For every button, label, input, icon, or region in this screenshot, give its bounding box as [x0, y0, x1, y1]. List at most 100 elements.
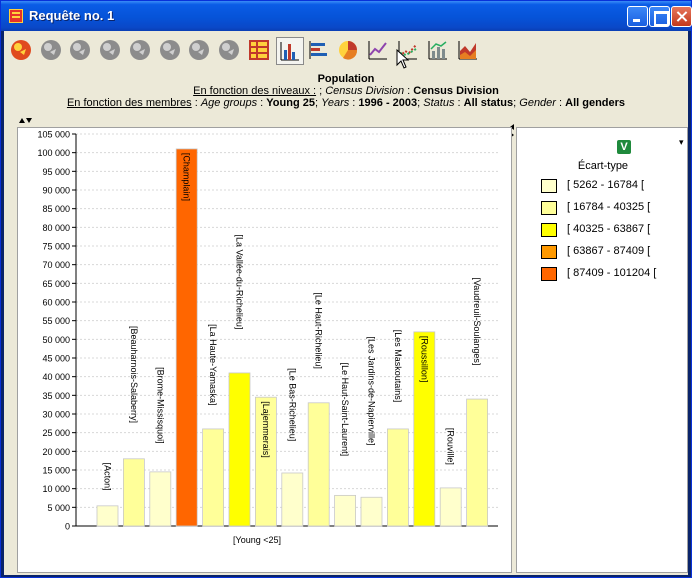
legend-title: Écart-type	[577, 160, 629, 172]
globe-gray-button[interactable]	[186, 37, 214, 65]
globe-gray-button[interactable]	[216, 37, 244, 65]
globe-gray-button[interactable]	[97, 37, 125, 65]
bar	[466, 398, 489, 527]
bar	[360, 496, 383, 527]
chart-panel: 0 5 000 10 000 15 000 20 000 25 000 30 000 35 0…	[17, 127, 512, 573]
bar	[334, 494, 357, 527]
member-key: Age groups	[200, 97, 258, 109]
y-tick-label: 40 000	[42, 372, 70, 382]
legend-dropdown-icon[interactable]: ▾	[679, 138, 684, 148]
bar-label: [Champlain]	[182, 153, 192, 201]
query-window: Requête no. 1 Population En fonction des…	[0, 0, 692, 578]
bar	[149, 471, 172, 527]
legend-label: [ 63867 - 87409 [	[567, 245, 651, 257]
y-tick-label: 5 000	[47, 503, 70, 513]
pie-chart-button[interactable]	[335, 37, 363, 65]
levels-line: En fonction des niveaux : ; Census Divis…	[193, 85, 499, 97]
horizontal-bar-chart-button[interactable]	[306, 37, 334, 65]
globe-gray-icon	[41, 40, 61, 60]
globe-gray-button[interactable]	[157, 37, 185, 65]
y-tick-label: 85 000	[42, 204, 70, 214]
levels-separator: ;	[316, 85, 326, 97]
y-tick-label: 45 000	[42, 354, 70, 364]
line-chart-button[interactable]	[365, 37, 393, 65]
members-prefix[interactable]: En fonction des membres	[67, 97, 192, 109]
bar-label: [Vaudreuil-Soulanges]	[472, 277, 482, 365]
legend-swatch	[541, 179, 557, 193]
globe-gray-button[interactable]	[38, 37, 66, 65]
globe-color-button[interactable]	[8, 37, 36, 65]
bar-chart: 0 5 000 10 000 15 000 20 000 25 000 30 000 35 0…	[37, 130, 498, 545]
legend-swatch	[541, 223, 557, 237]
levels-value: Census Division	[413, 85, 499, 97]
legend-panel: V ▾ Écart-type [ 5262 - 16784 [[ 16784 -…	[516, 127, 688, 573]
y-tick-label: 0	[65, 522, 70, 532]
area-chart-icon	[458, 41, 477, 60]
bar-label: [Le Bas-Richelieu]	[287, 368, 297, 441]
legend-label: [ 87409 - 101204 [	[567, 267, 657, 279]
y-tick-label: 50 000	[42, 335, 70, 345]
bar-label: [Roussillon]	[419, 336, 429, 383]
y-tick-label: 30 000	[42, 410, 70, 420]
y-tick-label: 80 000	[42, 223, 70, 233]
bar	[281, 472, 304, 527]
client-area: Population En fonction des niveaux : ; C…	[4, 31, 688, 575]
bar-label: [La Haute-Yamaska]	[208, 324, 218, 405]
y-tick-label: 25 000	[42, 428, 70, 438]
y-tick-label: 60 000	[42, 298, 70, 308]
close-button[interactable]	[671, 6, 692, 27]
pie-chart-icon	[339, 41, 358, 60]
globe-gray-icon	[70, 40, 90, 60]
globe-gray-icon	[130, 40, 150, 60]
member-key: Years	[321, 97, 350, 109]
maximize-button[interactable]	[649, 6, 670, 27]
chart-title: Population	[317, 73, 375, 85]
query-header: Population En fonction des niveaux : ; C…	[4, 71, 688, 117]
column-line-chart-button[interactable]	[425, 37, 453, 65]
y-tick-label: 35 000	[42, 391, 70, 401]
globe-gray-button[interactable]	[67, 37, 95, 65]
member-value: Young 25	[266, 97, 315, 109]
member-key: Gender	[519, 97, 556, 109]
legend-swatch	[541, 201, 557, 215]
title-bar[interactable]: Requête no. 1	[1, 1, 692, 31]
table-button[interactable]	[246, 37, 274, 65]
bar-label: [Le Haut-Saint-Laurent]	[340, 363, 350, 457]
levels-key: Census Division	[325, 85, 405, 97]
bar-label: [Acton]	[103, 463, 113, 491]
member-value: 1996 - 2003	[358, 97, 418, 109]
collapse-arrows-icon[interactable]	[18, 116, 32, 124]
globe-gray-icon	[219, 40, 239, 60]
legend-label: [ 5262 - 16784 [	[567, 179, 645, 191]
member-value: All status	[463, 97, 514, 109]
y-tick-label: 105 000	[37, 130, 70, 140]
y-tick-label: 70 000	[42, 260, 70, 270]
legend-label: [ 40325 - 63867 [	[567, 223, 651, 235]
variable-badge-icon[interactable]: V	[617, 140, 631, 154]
bar-chart-button[interactable]	[276, 37, 304, 65]
minimize-button[interactable]	[627, 6, 648, 27]
bar-label: [Le Haut-Richelieu]	[314, 292, 324, 369]
bar-label: [Les Jardins-de-Napierville]	[367, 336, 377, 445]
globe-gray-icon	[100, 40, 120, 60]
bar	[228, 372, 251, 527]
table-icon	[249, 40, 269, 60]
legend-swatch	[541, 245, 557, 259]
member-value: All genders	[565, 97, 626, 109]
app-icon	[9, 9, 23, 23]
member-key: Status	[423, 97, 455, 109]
y-tick-label: 90 000	[42, 186, 70, 196]
area-chart-button[interactable]	[455, 37, 483, 65]
globe-gray-button[interactable]	[127, 37, 155, 65]
chart-toolbar	[4, 31, 688, 71]
bar	[123, 458, 145, 527]
bar-label: [Brome-Missisquoi]	[155, 367, 165, 444]
y-tick-label: 75 000	[42, 242, 70, 252]
line-chart-icon	[368, 41, 387, 60]
legend-swatch	[541, 267, 557, 281]
bar	[96, 505, 119, 527]
mouse-cursor-icon	[396, 49, 410, 69]
members-line: En fonction des membres : Age groups : Y…	[66, 97, 626, 109]
y-tick-label: 95 000	[42, 167, 70, 177]
levels-prefix[interactable]: En fonction des niveaux :	[193, 85, 316, 97]
